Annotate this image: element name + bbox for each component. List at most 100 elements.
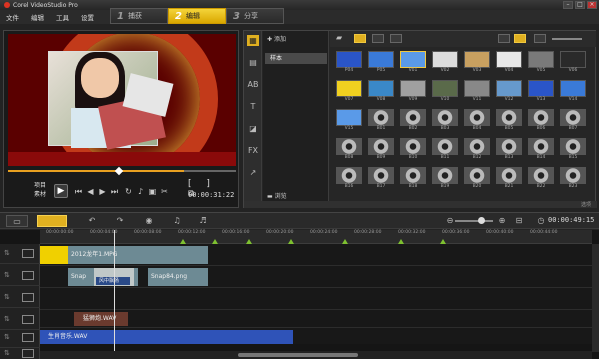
zoom-out-icon[interactable]: ⊖ bbox=[446, 215, 454, 227]
library-thumbnail[interactable]: V07 bbox=[336, 80, 362, 102]
folder-icon[interactable]: ▰ bbox=[336, 34, 348, 43]
video-clip[interactable]: 2012龙年1.MPG bbox=[68, 246, 208, 264]
zoom-slider-knob[interactable] bbox=[478, 217, 485, 224]
library-thumbnail[interactable]: B11 bbox=[432, 138, 458, 160]
project-mode-label[interactable]: 项目 bbox=[34, 180, 46, 189]
music-track-icon[interactable] bbox=[22, 349, 34, 358]
options-button[interactable]: 选项 bbox=[581, 201, 591, 208]
timeline-view-icon[interactable] bbox=[37, 215, 67, 227]
library-thumbnail[interactable]: V03 bbox=[464, 51, 490, 73]
library-thumbnail[interactable]: P05 bbox=[368, 51, 394, 73]
zoom-slider[interactable] bbox=[455, 220, 493, 222]
title-icon[interactable]: T bbox=[247, 101, 259, 112]
thumbnail-view-icon[interactable] bbox=[514, 34, 526, 43]
music-clip[interactable]: 生肖音乐.WAV bbox=[40, 330, 293, 344]
redo-icon[interactable]: ↷ bbox=[114, 215, 126, 227]
library-thumbnail[interactable]: V15 bbox=[336, 109, 362, 131]
library-thumbnail[interactable]: V12 bbox=[496, 80, 522, 102]
library-thumbnail[interactable]: V10 bbox=[432, 80, 458, 102]
menu-edit[interactable]: 编辑 bbox=[25, 12, 50, 22]
vertical-scrollbar[interactable] bbox=[592, 244, 599, 352]
video-clip-thumb[interactable] bbox=[40, 246, 68, 264]
show-audio-toggle[interactable] bbox=[390, 34, 402, 43]
zoom-in-icon[interactable]: ⊕ bbox=[498, 215, 506, 227]
library-thumbnail[interactable]: B06 bbox=[528, 109, 554, 131]
library-thumbnail[interactable]: B15 bbox=[560, 138, 586, 160]
library-thumbnail[interactable]: V04 bbox=[496, 51, 522, 73]
library-thumbnail[interactable]: B23 bbox=[560, 167, 586, 189]
library-thumbnail[interactable]: P04 bbox=[336, 51, 362, 73]
library-thumbnail[interactable]: B22 bbox=[528, 167, 554, 189]
overlay-track-2[interactable] bbox=[40, 288, 592, 310]
time-ruler[interactable]: 00:00:00:00 00:00:04:00 00:00:08:00 00:00:1… bbox=[40, 230, 592, 244]
library-thumbnail[interactable]: B04 bbox=[464, 109, 490, 131]
horizontal-scroll-thumb[interactable] bbox=[238, 353, 358, 357]
library-thumbnail[interactable]: B13 bbox=[496, 138, 522, 160]
library-thumbnail[interactable]: V06 bbox=[560, 51, 586, 73]
track-lock-icon[interactable]: ⇅ bbox=[4, 315, 10, 323]
voice-track-icon[interactable] bbox=[22, 333, 34, 342]
library-thumbnail[interactable]: B20 bbox=[464, 167, 490, 189]
scrub-bar[interactable] bbox=[8, 166, 236, 176]
fx-icon[interactable]: FX bbox=[247, 145, 259, 156]
show-videos-toggle[interactable] bbox=[354, 34, 366, 43]
tab-edit[interactable]: 2 编辑 bbox=[168, 8, 226, 24]
fit-project-icon[interactable]: ⊟ bbox=[514, 215, 524, 227]
library-thumbnail[interactable]: B19 bbox=[432, 167, 458, 189]
video-track[interactable]: 2012龙年1.MPG bbox=[40, 244, 592, 266]
list-view-icon[interactable] bbox=[498, 34, 510, 43]
track-lock-icon[interactable]: ⇅ bbox=[4, 293, 10, 301]
library-thumbnail[interactable]: V02 bbox=[432, 51, 458, 73]
play-button[interactable]: ▶ bbox=[54, 184, 68, 198]
thumb-size-slider[interactable] bbox=[552, 38, 582, 40]
minimize-button[interactable]: – bbox=[563, 1, 573, 9]
overlay-clip[interactable]: Snap84.png bbox=[148, 268, 208, 286]
storyboard-view-icon[interactable]: ▭ bbox=[6, 215, 28, 227]
playhead[interactable] bbox=[114, 230, 115, 359]
menu-settings[interactable]: 设置 bbox=[75, 12, 100, 22]
library-thumbnail[interactable]: V05 bbox=[528, 51, 554, 73]
library-thumbnail[interactable]: B21 bbox=[496, 167, 522, 189]
end-icon[interactable]: ⏭ bbox=[110, 187, 119, 196]
title-track-icon[interactable] bbox=[22, 315, 34, 324]
library-thumbnail[interactable]: B01 bbox=[368, 109, 394, 131]
record-capture-icon[interactable]: ◉ bbox=[142, 215, 156, 227]
sort-icon[interactable] bbox=[534, 34, 546, 43]
menu-file[interactable]: 文件 bbox=[0, 12, 25, 22]
media-icon[interactable]: ▦ bbox=[247, 35, 259, 46]
library-thumbnail[interactable]: V08 bbox=[368, 80, 394, 102]
library-thumbnail[interactable]: V13 bbox=[528, 80, 554, 102]
track-lock-icon[interactable]: ⇅ bbox=[4, 249, 10, 257]
library-thumbnail[interactable]: B03 bbox=[432, 109, 458, 131]
clip-mode-label[interactable]: 素材 bbox=[34, 189, 46, 198]
library-thumbnail[interactable]: B16 bbox=[336, 167, 362, 189]
library-thumbnail[interactable]: V14 bbox=[560, 80, 586, 102]
track-motion-icon[interactable]: ↗ bbox=[247, 167, 259, 178]
next-frame-icon[interactable]: ▶ bbox=[98, 187, 107, 196]
library-thumbnail[interactable]: B10 bbox=[400, 138, 426, 160]
folder-sample[interactable]: 样本 bbox=[265, 53, 327, 64]
library-thumbnail[interactable]: V01 bbox=[400, 51, 426, 73]
add-folder-button[interactable]: ✚ 添加 bbox=[267, 34, 286, 43]
voice-track[interactable]: 猛狮炮.WAV 生肖音乐.WAV bbox=[40, 312, 592, 344]
browse-button[interactable]: ▬ 浏览 bbox=[267, 191, 287, 200]
hd-icon[interactable]: ▣ bbox=[148, 187, 157, 196]
library-thumbnail[interactable]: B02 bbox=[400, 109, 426, 131]
voice-clip[interactable]: 猛狮炮.WAV bbox=[74, 312, 128, 326]
library-thumbnail[interactable]: B08 bbox=[336, 138, 362, 160]
show-photos-toggle[interactable] bbox=[372, 34, 384, 43]
overlay-track-icon[interactable] bbox=[22, 293, 34, 302]
track-lock-icon[interactable]: ⇅ bbox=[4, 349, 10, 357]
track-lock-icon[interactable]: ⇅ bbox=[4, 333, 10, 341]
library-thumbnail[interactable]: B17 bbox=[368, 167, 394, 189]
tab-share[interactable]: 3 分享 bbox=[226, 8, 284, 24]
repeat-icon[interactable]: ↻ bbox=[124, 187, 133, 196]
tab-capture[interactable]: 1 捕获 bbox=[110, 8, 168, 24]
preview-timecode[interactable]: 00:00:31:22 bbox=[188, 191, 234, 199]
instant-project-icon[interactable]: ▤ bbox=[247, 57, 259, 68]
library-thumbnail[interactable]: B05 bbox=[496, 109, 522, 131]
menu-tools[interactable]: 工具 bbox=[50, 12, 75, 22]
volume-icon[interactable]: ♪ bbox=[136, 187, 145, 196]
graphic-icon[interactable]: ◪ bbox=[247, 123, 259, 134]
library-thumbnail[interactable]: B18 bbox=[400, 167, 426, 189]
